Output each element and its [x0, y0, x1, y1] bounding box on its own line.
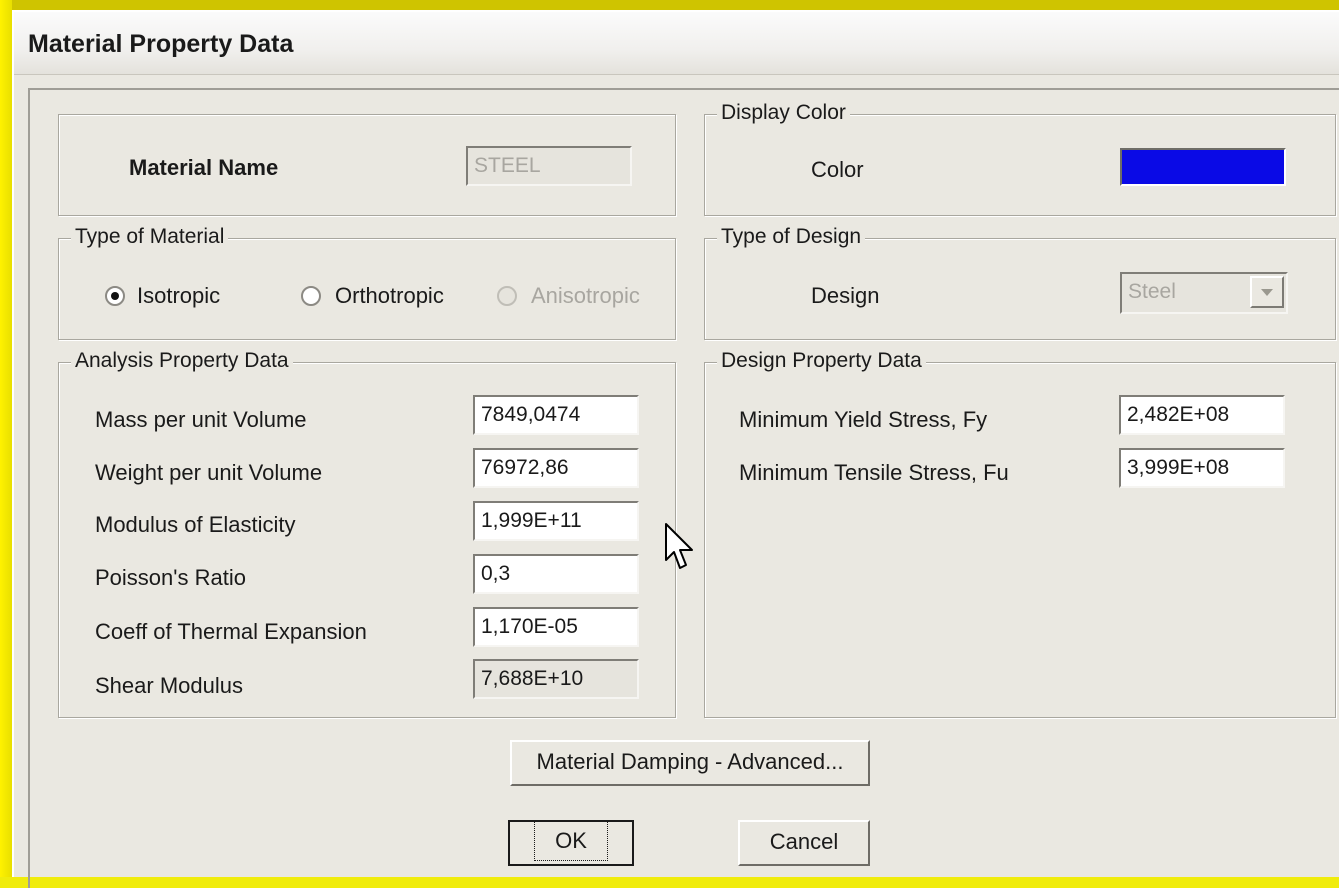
type-of-design-group: Type of Design Design Steel — [704, 225, 1336, 340]
title-bar[interactable]: Material Property Data — [14, 12, 1339, 75]
radio-isotropic[interactable]: Isotropic — [105, 283, 245, 309]
poissons-ratio-label: Poisson's Ratio — [95, 565, 246, 590]
thermal-expansion-input[interactable]: 1,170E-05 — [473, 607, 639, 647]
dialog-client-area: Material Name STEEL Display Color Color … — [28, 88, 1339, 888]
type-of-material-group: Type of Material Isotropic Orthotropic A… — [58, 225, 676, 340]
min-yield-stress-input[interactable]: 2,482E+08 — [1119, 395, 1285, 435]
weight-per-unit-volume-label: Weight per unit Volume — [95, 460, 323, 485]
design-select: Steel — [1120, 272, 1288, 314]
thermal-expansion-label: Coeff of Thermal Expansion — [95, 619, 367, 644]
min-yield-stress-label: Minimum Yield Stress, Fy — [739, 407, 988, 432]
radio-anisotropic: Anisotropic — [497, 283, 667, 309]
material-damping-advanced-button[interactable]: Material Damping - Advanced... — [510, 740, 870, 786]
radio-isotropic-label: Isotropic — [137, 283, 221, 308]
radio-orthotropic[interactable]: Orthotropic — [301, 283, 471, 309]
dialog-title: Material Property Data — [28, 30, 294, 58]
radio-selected-dot — [111, 292, 119, 300]
material-damping-advanced-label: Material Damping - Advanced... — [536, 749, 844, 774]
radio-anisotropic-circle — [497, 286, 517, 306]
design-label: Design — [811, 283, 880, 308]
min-tensile-stress-label: Minimum Tensile Stress, Fu — [739, 460, 1009, 485]
radio-isotropic-circle[interactable] — [105, 286, 125, 306]
chevron-down-icon — [1261, 289, 1273, 296]
mouse-cursor-icon — [665, 523, 693, 569]
type-of-material-legend: Type of Material — [71, 225, 229, 249]
desktop-background-top — [0, 0, 1339, 10]
ok-label: OK — [534, 821, 608, 861]
desktop-background-left — [0, 0, 12, 877]
min-tensile-stress-input[interactable]: 3,999E+08 — [1119, 448, 1285, 488]
shear-modulus-field: 7,688E+10 — [473, 659, 639, 699]
cancel-label: Cancel — [769, 829, 839, 854]
analysis-property-legend: Analysis Property Data — [71, 349, 293, 373]
color-swatch-button[interactable] — [1120, 148, 1286, 186]
type-of-design-legend: Type of Design — [717, 225, 866, 249]
radio-anisotropic-label: Anisotropic — [531, 283, 640, 308]
mass-per-unit-volume-input[interactable]: 7849,0474 — [473, 395, 639, 435]
shear-modulus-label: Shear Modulus — [95, 673, 243, 698]
poissons-ratio-input[interactable]: 0,3 — [473, 554, 639, 594]
material-name-group: Material Name STEEL — [58, 114, 676, 216]
ok-button[interactable]: OK — [508, 820, 634, 866]
display-color-legend: Display Color — [717, 101, 850, 125]
design-property-group: Design Property Data Minimum Yield Stres… — [704, 349, 1336, 718]
cancel-button[interactable]: Cancel — [738, 820, 870, 866]
design-dropdown-button — [1250, 276, 1284, 308]
modulus-of-elasticity-input[interactable]: 1,999E+11 — [473, 501, 639, 541]
radio-orthotropic-circle[interactable] — [301, 286, 321, 306]
material-name-label: Material Name — [129, 155, 279, 180]
material-name-field: STEEL — [466, 146, 632, 186]
material-property-dialog: Material Property Data Material Name STE… — [12, 10, 1339, 888]
analysis-property-group: Analysis Property Data Mass per unit Vol… — [58, 349, 676, 718]
modulus-of-elasticity-label: Modulus of Elasticity — [95, 512, 296, 537]
design-property-legend: Design Property Data — [717, 349, 926, 373]
display-color-group: Display Color Color — [704, 101, 1336, 216]
color-label: Color — [811, 157, 864, 182]
radio-orthotropic-label: Orthotropic — [335, 283, 444, 308]
weight-per-unit-volume-input[interactable]: 76972,86 — [473, 448, 639, 488]
mass-per-unit-volume-label: Mass per unit Volume — [95, 407, 307, 432]
design-select-value: Steel — [1128, 280, 1176, 303]
